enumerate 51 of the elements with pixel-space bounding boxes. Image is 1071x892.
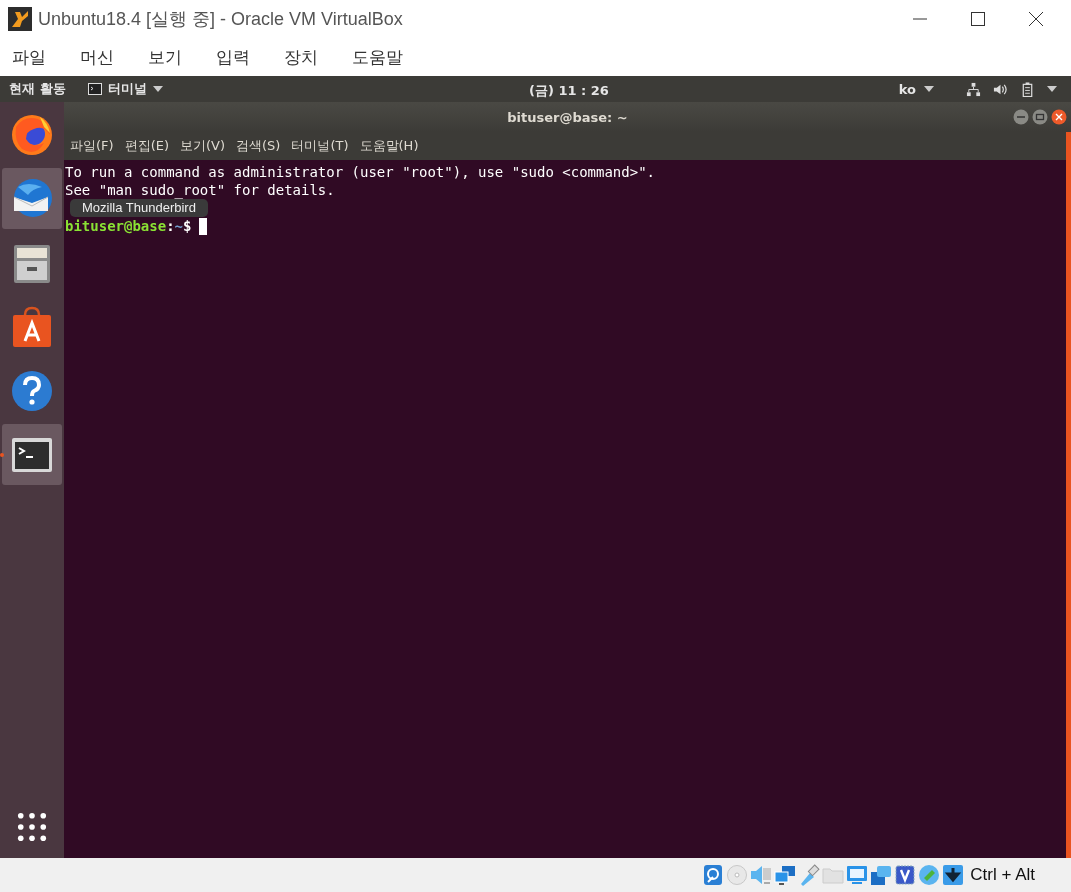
activities-button[interactable]: 현재 활동: [9, 80, 66, 98]
minimize-button[interactable]: [1013, 109, 1029, 125]
prompt-path: ~: [174, 217, 184, 235]
prompt-symbol: $: [183, 217, 192, 235]
cpu-icon[interactable]: [894, 864, 917, 886]
prompt-user: bituser@base: [65, 217, 167, 235]
clock[interactable]: (금) 11 : 26: [529, 82, 609, 100]
help-icon: [10, 368, 54, 413]
input-method-label[interactable]: ko: [898, 81, 916, 97]
download-icon[interactable]: [942, 864, 965, 886]
menu-item[interactable]: 도움말(H): [359, 137, 419, 155]
window-title: Unbuntu18.4 [실행 중] - Oracle VM VirtualBox: [38, 8, 404, 31]
menu-item[interactable]: 검색(S): [236, 137, 281, 155]
fox-globe-icon: [10, 112, 54, 157]
prompt-separator: :: [166, 217, 175, 235]
terminal-output-line: See "man sudo_root" for details.: [65, 181, 335, 199]
menu-item[interactable]: 터미널(T): [291, 137, 349, 155]
battery-icon[interactable]: [1020, 81, 1035, 97]
app-menu-label[interactable]: 터미널: [107, 80, 147, 98]
app-grid-icon[interactable]: [17, 812, 47, 842]
display-icon[interactable]: [846, 864, 869, 886]
maximize-icon: [970, 11, 986, 27]
virtualbox-logo-icon: [8, 7, 32, 31]
caret-icon: [152, 86, 163, 92]
shopping-bag-icon: [10, 304, 54, 349]
terminal-icon: [87, 83, 102, 95]
network-icon[interactable]: [774, 864, 797, 886]
close-icon: [1028, 11, 1044, 27]
video-capture-icon[interactable]: [870, 864, 893, 886]
menu-item[interactable]: 파일: [12, 45, 46, 69]
menu-item[interactable]: 입력: [216, 45, 250, 69]
menu-item[interactable]: 장치: [284, 45, 318, 69]
minimize-icon: [912, 18, 928, 20]
close-button[interactable]: [1051, 109, 1067, 125]
terminal-title: bituser@base: ~: [507, 109, 628, 125]
tooltip: Mozilla Thunderbird: [70, 199, 208, 217]
launcher-item[interactable]: [2, 168, 62, 229]
terminal-output-line: To run a command as administrator (user "root"), use "sudo <command>".: [65, 163, 655, 181]
usb-icon[interactable]: [798, 864, 821, 886]
host-key-label: Ctrl + Alt: [970, 865, 1035, 885]
network-icon[interactable]: [966, 81, 981, 97]
menu-item[interactable]: 머신: [80, 45, 114, 69]
menu-item[interactable]: 편집(E): [124, 137, 169, 155]
menu-item[interactable]: 도움말: [352, 45, 403, 69]
menu-item[interactable]: 파일(F): [70, 137, 114, 155]
launcher-item[interactable]: [2, 424, 62, 485]
text-cursor: [199, 217, 208, 235]
caret-icon: [924, 86, 934, 92]
caret-icon: [1047, 86, 1057, 92]
menu-item[interactable]: 보기: [148, 45, 182, 69]
menu-item[interactable]: 보기(V): [180, 137, 226, 155]
